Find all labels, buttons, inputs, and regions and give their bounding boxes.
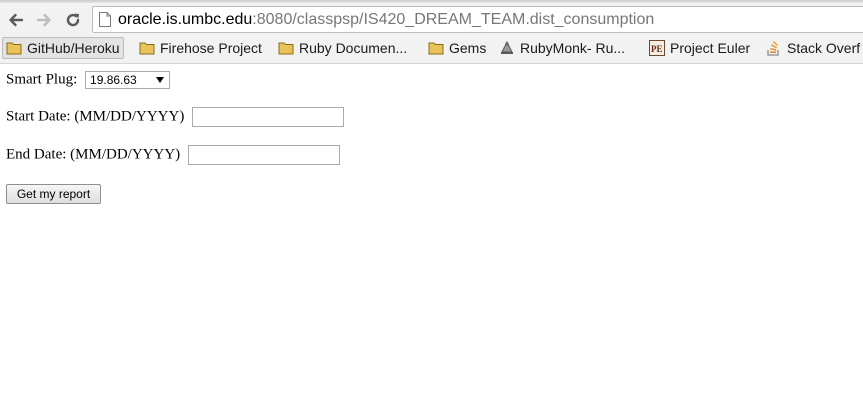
- navigation-bar: oracle.is.umbc.edu:8080/classpsp/IS420_D…: [0, 4, 863, 36]
- rubymonk-icon: [501, 40, 513, 54]
- end-date-input[interactable]: [187, 145, 340, 165]
- smart-plug-selected-value: 19.86.63: [90, 73, 137, 87]
- bookmark-rubymonk[interactable]: RubyMonk- Ru...: [499, 37, 625, 59]
- back-button[interactable]: [4, 8, 28, 32]
- url-text: oracle.is.umbc.edu:8080/classpsp/IS420_D…: [118, 7, 654, 32]
- bookmark-label: Gems: [449, 40, 487, 56]
- bookmark-label: Ruby Documen...: [299, 40, 408, 56]
- smart-plug-label: Smart Plug:: [6, 71, 78, 88]
- folder-icon: [428, 42, 444, 55]
- back-icon: [9, 13, 24, 27]
- forward-button[interactable]: [32, 8, 56, 32]
- bookmark-ruby-documentation[interactable]: Ruby Documen...: [278, 37, 407, 59]
- folder-icon: [278, 42, 294, 55]
- bookmark-stack-overflow[interactable]: Stack Overf: [766, 37, 860, 59]
- end-date-row: End Date: (MM/DD/YYYY): [6, 145, 340, 165]
- bookmark-label: Stack Overf: [787, 40, 861, 56]
- get-report-button[interactable]: Get my report: [6, 184, 101, 204]
- bookmark-label: GitHub/Heroku: [27, 40, 120, 56]
- forward-icon: [36, 13, 51, 27]
- smart-plug-select[interactable]: 19.86.63: [85, 71, 171, 89]
- bookmark-label: Project Euler: [670, 40, 751, 56]
- tab-strip: [0, 0, 863, 3]
- chevron-down-icon: [156, 77, 165, 83]
- url-host: oracle.is.umbc.edu: [118, 11, 253, 28]
- bookmark-gems[interactable]: Gems: [428, 37, 486, 59]
- address-bar[interactable]: oracle.is.umbc.edu:8080/classpsp/IS420_D…: [92, 6, 863, 33]
- folder-icon: [6, 42, 22, 55]
- bookmark-firehose-project[interactable]: Firehose Project: [139, 37, 262, 59]
- bookmark-github-heroku[interactable]: GitHub/Heroku: [2, 37, 124, 59]
- stackoverflow-icon: [767, 40, 779, 56]
- svg-text:PE: PE: [651, 44, 663, 54]
- start-date-input[interactable]: [192, 107, 345, 127]
- bookmark-label: Firehose Project: [160, 40, 262, 56]
- folder-icon: [139, 42, 155, 55]
- smart-plug-row: Smart Plug: 19.86.63: [6, 71, 171, 89]
- reload-button[interactable]: [61, 8, 85, 32]
- start-date-label: Start Date: (MM/DD/YYYY): [6, 108, 185, 125]
- page-icon: [99, 12, 111, 27]
- reload-icon: [66, 13, 80, 27]
- url-path: :8080/classpsp/IS420_DREAM_TEAM.dist_con…: [252, 11, 655, 28]
- bookmarks-bar: GitHub/Heroku Firehose Project Ruby Docu…: [0, 36, 863, 60]
- bookmark-label: RubyMonk- Ru...: [520, 40, 626, 56]
- end-date-label: End Date: (MM/DD/YYYY): [6, 146, 181, 163]
- bookmark-project-euler[interactable]: PE Project Euler: [649, 37, 750, 59]
- browser-chrome: oracle.is.umbc.edu:8080/classpsp/IS420_D…: [0, 0, 863, 64]
- project-euler-icon: PE: [649, 40, 665, 56]
- start-date-row: Start Date: (MM/DD/YYYY): [6, 107, 345, 127]
